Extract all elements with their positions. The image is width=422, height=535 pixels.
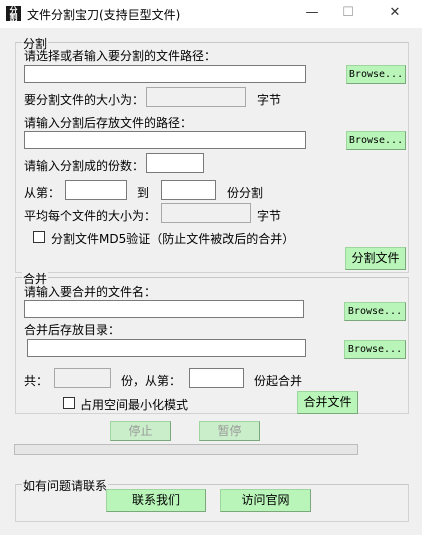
app-icon: 分割: [6, 6, 21, 22]
browse-split-save-button[interactable]: Browse...: [346, 131, 406, 150]
browse-split-file-button[interactable]: Browse...: [346, 65, 406, 84]
parts-label: 请输入分割成的份数：: [24, 159, 145, 173]
min-space-checkbox[interactable]: [63, 397, 75, 409]
min-space-label: 占用空间最小化模式: [80, 398, 189, 412]
split-save-label: 请输入分割后存放文件的路径：: [24, 116, 193, 130]
avg-size-label: 平均每个文件的大小为：: [24, 209, 157, 223]
total-label: 共：: [24, 374, 49, 388]
split-to-input[interactable]: [161, 180, 216, 200]
browse-merge-dir-button[interactable]: Browse...: [344, 340, 406, 359]
merge-file-label: 请输入要合并的文件名：: [24, 285, 157, 299]
parts-input[interactable]: [146, 153, 204, 173]
browse-merge-file-button[interactable]: Browse...: [344, 302, 406, 321]
md5-label: 分割文件MD5验证（防止文件被改后的合并）: [51, 232, 295, 246]
merge-from-input[interactable]: [189, 368, 244, 388]
pause-button[interactable]: 暂停: [199, 421, 260, 441]
merge-file-button[interactable]: 合并文件: [297, 391, 358, 414]
file-size-unit: 字节: [257, 93, 282, 107]
md5-checkbox[interactable]: [33, 231, 45, 243]
file-size-label: 要分割文件的大小为：: [24, 93, 145, 107]
split-from-label: 从第：: [24, 186, 61, 200]
minimize-button[interactable]: —: [292, 0, 332, 28]
file-size-field: [146, 87, 246, 107]
progress-bar: [14, 444, 358, 455]
merge-from-label: 份，从第：: [121, 374, 182, 388]
maximize-button[interactable]: ☐: [328, 0, 368, 28]
close-button[interactable]: ✕: [375, 0, 415, 28]
window-title: 文件分割宝刀(支持巨型文件): [27, 8, 181, 22]
total-field: [54, 368, 111, 388]
merge-file-input[interactable]: [24, 300, 304, 318]
split-save-input[interactable]: [24, 131, 306, 149]
avg-size-field: [161, 203, 251, 223]
split-path-input[interactable]: [24, 65, 306, 83]
visit-website-button[interactable]: 访问官网: [220, 489, 311, 512]
split-path-label: 请选择或者输入要分割的文件路径：: [24, 49, 217, 63]
stop-button[interactable]: 停止: [110, 421, 171, 441]
contact-legend: 如有问题请联系: [22, 477, 109, 494]
merge-from-suffix: 份起合并: [254, 374, 303, 388]
avg-size-unit: 字节: [257, 209, 282, 223]
merge-dir-label: 合并后存放目录：: [24, 323, 121, 337]
merge-dir-input[interactable]: [27, 339, 306, 357]
split-file-button[interactable]: 分割文件: [345, 247, 406, 270]
split-from-input[interactable]: [65, 180, 127, 200]
split-to-suffix: 份分割: [227, 186, 264, 200]
contact-us-button[interactable]: 联系我们: [106, 489, 206, 512]
split-to-label: 到: [137, 186, 150, 200]
